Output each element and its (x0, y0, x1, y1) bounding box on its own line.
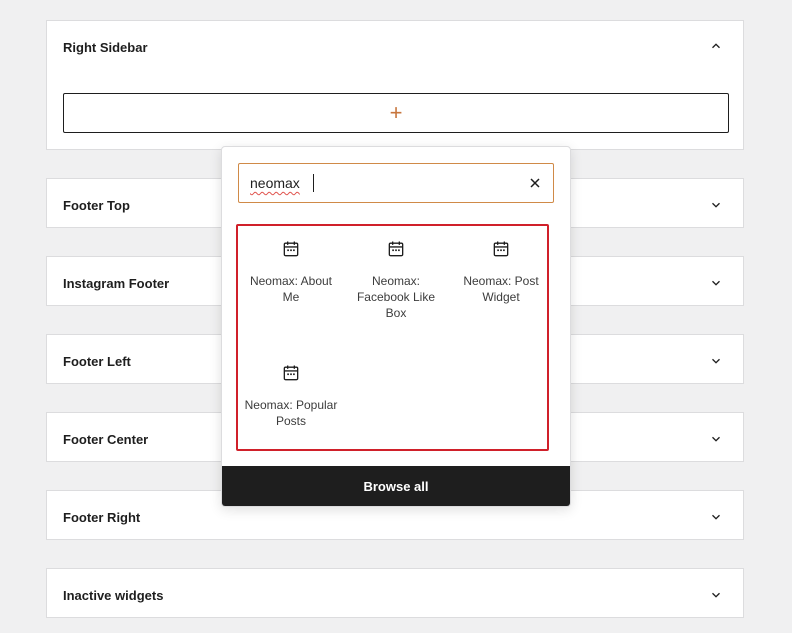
panel-title: Footer Top (63, 198, 130, 213)
block-result-popular-posts[interactable]: Neomax: Popular Posts (241, 363, 341, 429)
chevron-down-icon[interactable] (709, 198, 723, 212)
block-inserter-popover: neomax Neomax: About Me Neomax: Facebook… (221, 146, 571, 507)
calendar-icon (281, 239, 301, 259)
search-input-value[interactable]: neomax (250, 175, 300, 191)
calendar-icon (281, 363, 301, 383)
browse-all-button[interactable]: Browse all (222, 466, 570, 506)
search-results-highlight: Neomax: About Me Neomax: Facebook Like B… (236, 224, 549, 451)
text-caret (313, 174, 314, 192)
add-block-button[interactable]: + (63, 93, 729, 133)
block-result-about-me[interactable]: Neomax: About Me (241, 239, 341, 305)
chevron-down-icon[interactable] (709, 432, 723, 446)
panel-title[interactable]: Right Sidebar (63, 40, 148, 55)
block-result-post-widget[interactable]: Neomax: Post Widget (451, 239, 551, 305)
block-result-label: Neomax: About Me (249, 274, 333, 304)
close-icon[interactable] (527, 175, 543, 191)
chevron-down-icon[interactable] (709, 588, 723, 602)
block-result-label: Neomax: Post Widget (463, 274, 539, 304)
widget-area-right-sidebar: Right Sidebar + (46, 20, 744, 150)
panel-title: Footer Center (63, 432, 149, 447)
panel-title: Footer Left (63, 354, 131, 369)
panel-title: Inactive widgets (63, 588, 164, 603)
chevron-down-icon[interactable] (709, 276, 723, 290)
chevron-up-icon[interactable] (709, 39, 723, 53)
block-result-facebook-like-box[interactable]: Neomax: Facebook Like Box (346, 239, 446, 321)
panel-title: Instagram Footer (63, 276, 170, 291)
chevron-down-icon[interactable] (709, 354, 723, 368)
panel-title: Footer Right (63, 510, 141, 525)
widget-area-inactive-widgets[interactable]: Inactive widgets (46, 568, 744, 618)
block-result-label: Neomax: Popular Posts (244, 398, 338, 428)
block-result-label: Neomax: Facebook Like Box (356, 274, 436, 320)
plus-icon: + (389, 100, 403, 125)
calendar-icon (491, 239, 511, 259)
block-search-input[interactable]: neomax (238, 163, 554, 203)
chevron-down-icon[interactable] (709, 510, 723, 524)
calendar-icon (386, 239, 406, 259)
